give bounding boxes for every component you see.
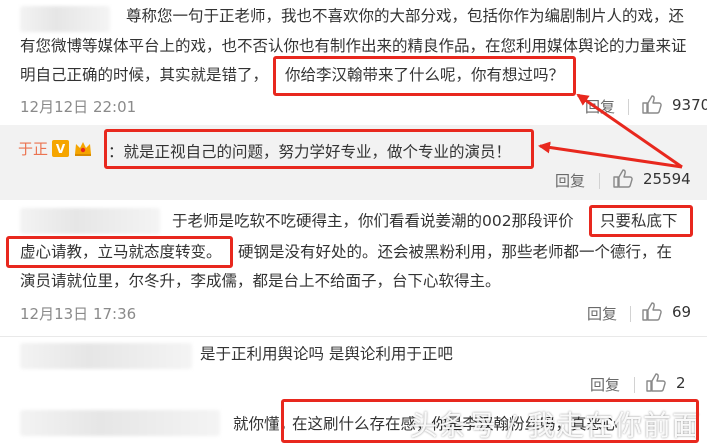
thumbs-up-icon: [642, 302, 662, 321]
divider: [630, 306, 631, 322]
reply-button[interactable]: 回复: [585, 96, 615, 117]
like-count: 9370: [672, 95, 707, 114]
thumbs-up-icon: [642, 95, 662, 114]
comment-text-line: 硬钢是没有好处的。还会被黑粉利用，那些老师都一个德行，在: [238, 243, 673, 261]
highlight-box: [273, 56, 576, 96]
reply-button[interactable]: 回复: [590, 374, 620, 395]
like-count: 25594: [643, 169, 691, 188]
highlight-box: [281, 399, 699, 443]
author-name[interactable]: 于正: [18, 138, 48, 159]
thumbs-up-icon: [613, 169, 633, 188]
like-button[interactable]: 2: [646, 373, 686, 392]
comment-text-line: 于老师是吃软不吃硬得主，你们看看说姜潮的002那段评价: [172, 212, 574, 230]
divider: [599, 173, 600, 189]
like-count: 69: [672, 302, 692, 321]
crown-icon: [75, 142, 92, 156]
comment-text-line: 演员请就位里，尔冬升，李成儒，都是台上不给面子，台下心软得主。: [20, 272, 501, 290]
comment-text-line: 尊称您一句于正老师，我也不喜欢你的大部分戏，包括你作为编剧制片人的戏，还: [126, 7, 685, 25]
highlight-box: [589, 205, 693, 237]
comment-timestamp: 12月12日 22:01: [20, 98, 137, 116]
comment-text-line: 是于正利用舆论吗 是舆论利用于正吧: [200, 345, 453, 363]
author-row: 于正 V: [18, 138, 93, 159]
divider: [634, 377, 635, 393]
blurred-username: [20, 343, 192, 369]
like-button[interactable]: 9370: [642, 95, 707, 114]
like-button[interactable]: 69: [642, 302, 691, 321]
divider: [628, 99, 629, 115]
comment-4: 是于正利用舆论吗 是舆论利用于正吧 回复 2: [0, 337, 707, 400]
highlight-box: [6, 236, 233, 268]
comment-text-line: 明自己正确的时候，其实就是错了，: [20, 66, 269, 84]
comment-timestamp: 12月13日 17:36: [20, 305, 137, 323]
verified-v-icon: V: [52, 140, 70, 157]
like-count: 2: [676, 373, 686, 392]
like-button[interactable]: 25594: [613, 169, 691, 188]
reply-button[interactable]: 回复: [555, 170, 585, 191]
highlight-box: [104, 129, 534, 169]
thumbs-up-icon: [646, 373, 666, 392]
blurred-username: [20, 410, 220, 436]
reply-button[interactable]: 回复: [587, 303, 617, 324]
blurred-username: [20, 208, 160, 234]
blurred-username: [20, 6, 110, 32]
